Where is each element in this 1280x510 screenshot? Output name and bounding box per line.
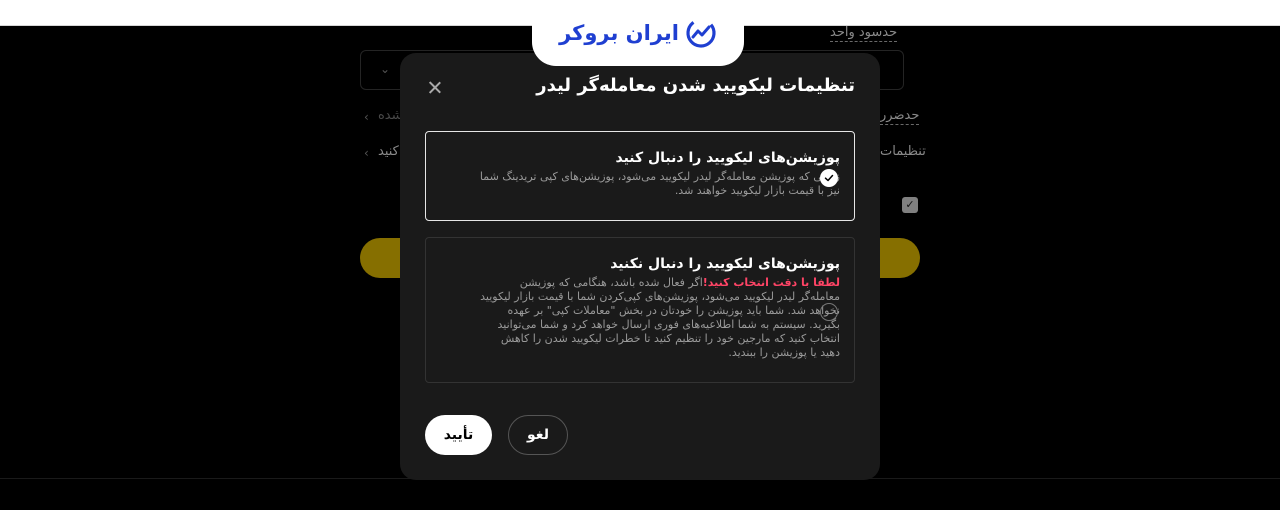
option-title: پوزیشن‌های لیکویید را دنبال نکنید: [610, 256, 840, 272]
close-icon[interactable]: [426, 79, 444, 97]
confirm-button[interactable]: تأیید: [425, 415, 492, 455]
agree-checkbox[interactable]: ✓: [902, 197, 918, 213]
option-title: پوزیشن‌های لیکویید را دنبال کنید: [615, 150, 840, 166]
check-icon: [824, 174, 834, 182]
stop-loss-label: حدضرر: [880, 108, 920, 125]
chevron-down-icon: ⌄: [380, 62, 391, 76]
option-follow-liquidation[interactable]: پوزیشن‌های لیکویید را دنبال کنید زمانی ک…: [425, 131, 855, 221]
radio-unchecked-icon[interactable]: [820, 303, 838, 321]
logo[interactable]: ایران بروکر: [532, 0, 744, 66]
cancel-button[interactable]: لغو: [508, 415, 568, 455]
volume-label: حدسود واحد: [830, 25, 898, 42]
logo-chart-icon: [686, 18, 716, 48]
chevron-left-icon: ‹: [364, 146, 369, 160]
logo-text: ایران بروکر: [559, 21, 679, 45]
option-do-not-follow-liquidation[interactable]: پوزیشن‌های لیکویید را دنبال نکنید لطفا ب…: [425, 237, 855, 383]
settings-label: تنظیمات: [880, 144, 926, 159]
option-text: پوزیشن‌های لیکویید را دنبال نکنید لطفا ب…: [478, 256, 840, 360]
max-suffix: شده: [378, 108, 403, 123]
settings-suffix: کنید: [378, 144, 399, 159]
option-description: لطفا با دقت انتخاب کنید!اگر فعال شده باش…: [478, 276, 840, 360]
liquidation-settings-modal: تنظیمات لیکویید شدن معامله‌گر لیدر پوزیش…: [400, 53, 880, 480]
modal-title: تنظیمات لیکویید شدن معامله‌گر لیدر: [536, 75, 855, 96]
option-description: زمانی که پوزیشن معامله‌گر لیدر لیکویید م…: [479, 170, 840, 197]
option-text: پوزیشن‌های لیکویید را دنبال کنید زمانی ک…: [478, 150, 840, 198]
chevron-left-icon: ‹: [364, 110, 369, 124]
warning-text: لطفا با دقت انتخاب کنید!: [702, 276, 840, 289]
radio-checked-icon[interactable]: [820, 169, 838, 187]
